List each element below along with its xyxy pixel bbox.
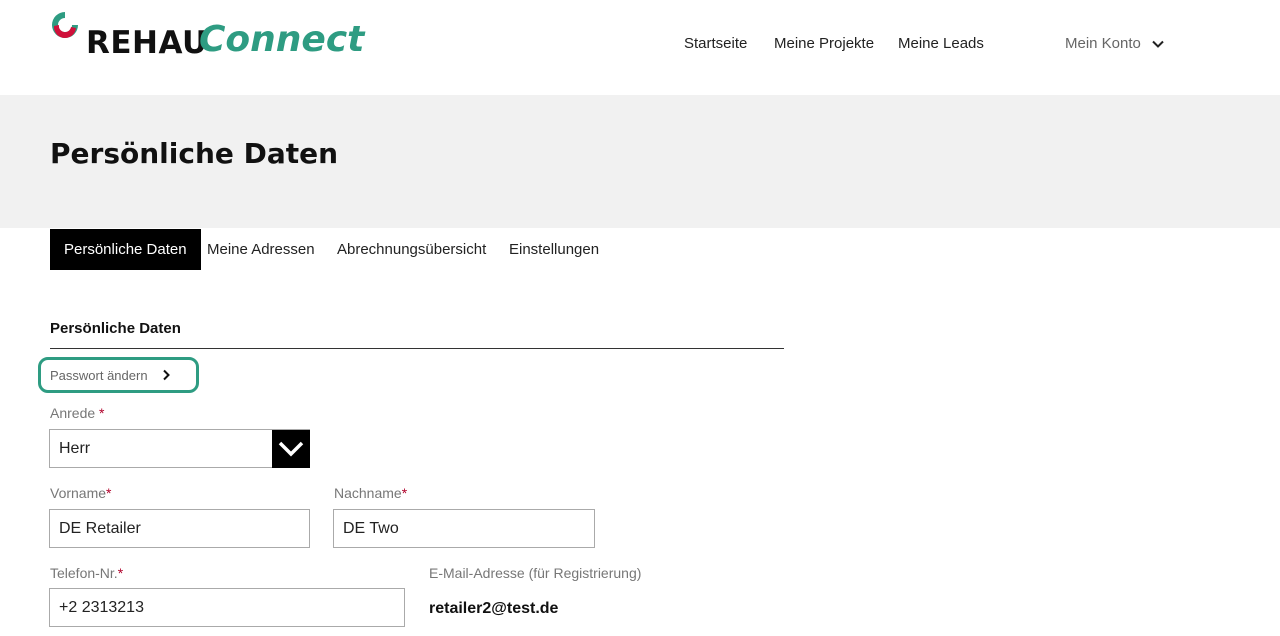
chevron-down-icon — [1152, 40, 1164, 48]
site-header: REHAU Connect Startseite Meine Projekte … — [0, 0, 1280, 95]
first-name-label: Vorname* — [50, 485, 112, 501]
email-label: E-Mail-Adresse (für Registrierung) — [429, 565, 642, 581]
brand-name: REHAU — [86, 25, 208, 61]
nav-startseite[interactable]: Startseite — [684, 35, 747, 52]
section-divider — [50, 348, 784, 349]
nav-mein-konto[interactable]: Mein Konto — [1065, 35, 1165, 52]
tab-abrechnungsuebersicht[interactable]: Abrechnungsübersicht — [323, 229, 500, 270]
chevron-right-icon — [162, 369, 170, 381]
last-name-label: Nachname* — [334, 485, 408, 501]
section-title: Persönliche Daten — [50, 320, 181, 337]
first-name-input[interactable] — [49, 509, 310, 548]
nav-meine-projekte[interactable]: Meine Projekte — [774, 35, 874, 52]
required-marker: * — [401, 485, 408, 501]
required-marker: * — [99, 405, 105, 421]
salutation-select[interactable]: Herr — [49, 429, 310, 468]
tab-persoenliche-daten[interactable]: Persönliche Daten — [50, 229, 201, 270]
rehau-logo-mark-icon — [52, 12, 78, 39]
chevron-down-icon — [278, 441, 304, 457]
phone-input[interactable] — [49, 588, 405, 627]
change-password-label: Passwort ändern — [50, 367, 148, 383]
nav-mein-konto-label: Mein Konto — [1065, 35, 1141, 52]
phone-label: Telefon-Nr.* — [50, 565, 124, 581]
email-value: retailer2@test.de — [429, 600, 559, 617]
salutation-dropdown-toggle[interactable] — [272, 430, 310, 468]
salutation-value: Herr — [59, 440, 91, 457]
salutation-label: Anrede * — [50, 405, 105, 421]
tab-meine-adressen[interactable]: Meine Adressen — [193, 229, 329, 270]
required-marker: * — [117, 565, 124, 581]
page-title: Persönliche Daten — [50, 137, 339, 170]
tab-einstellungen[interactable]: Einstellungen — [495, 229, 613, 270]
page-hero: Persönliche Daten — [0, 95, 1280, 228]
last-name-input[interactable] — [333, 509, 595, 548]
brand-product: Connect — [199, 19, 365, 60]
required-marker: * — [106, 485, 112, 501]
nav-meine-leads[interactable]: Meine Leads — [898, 35, 984, 52]
change-password-link[interactable]: Passwort ändern — [38, 357, 199, 393]
